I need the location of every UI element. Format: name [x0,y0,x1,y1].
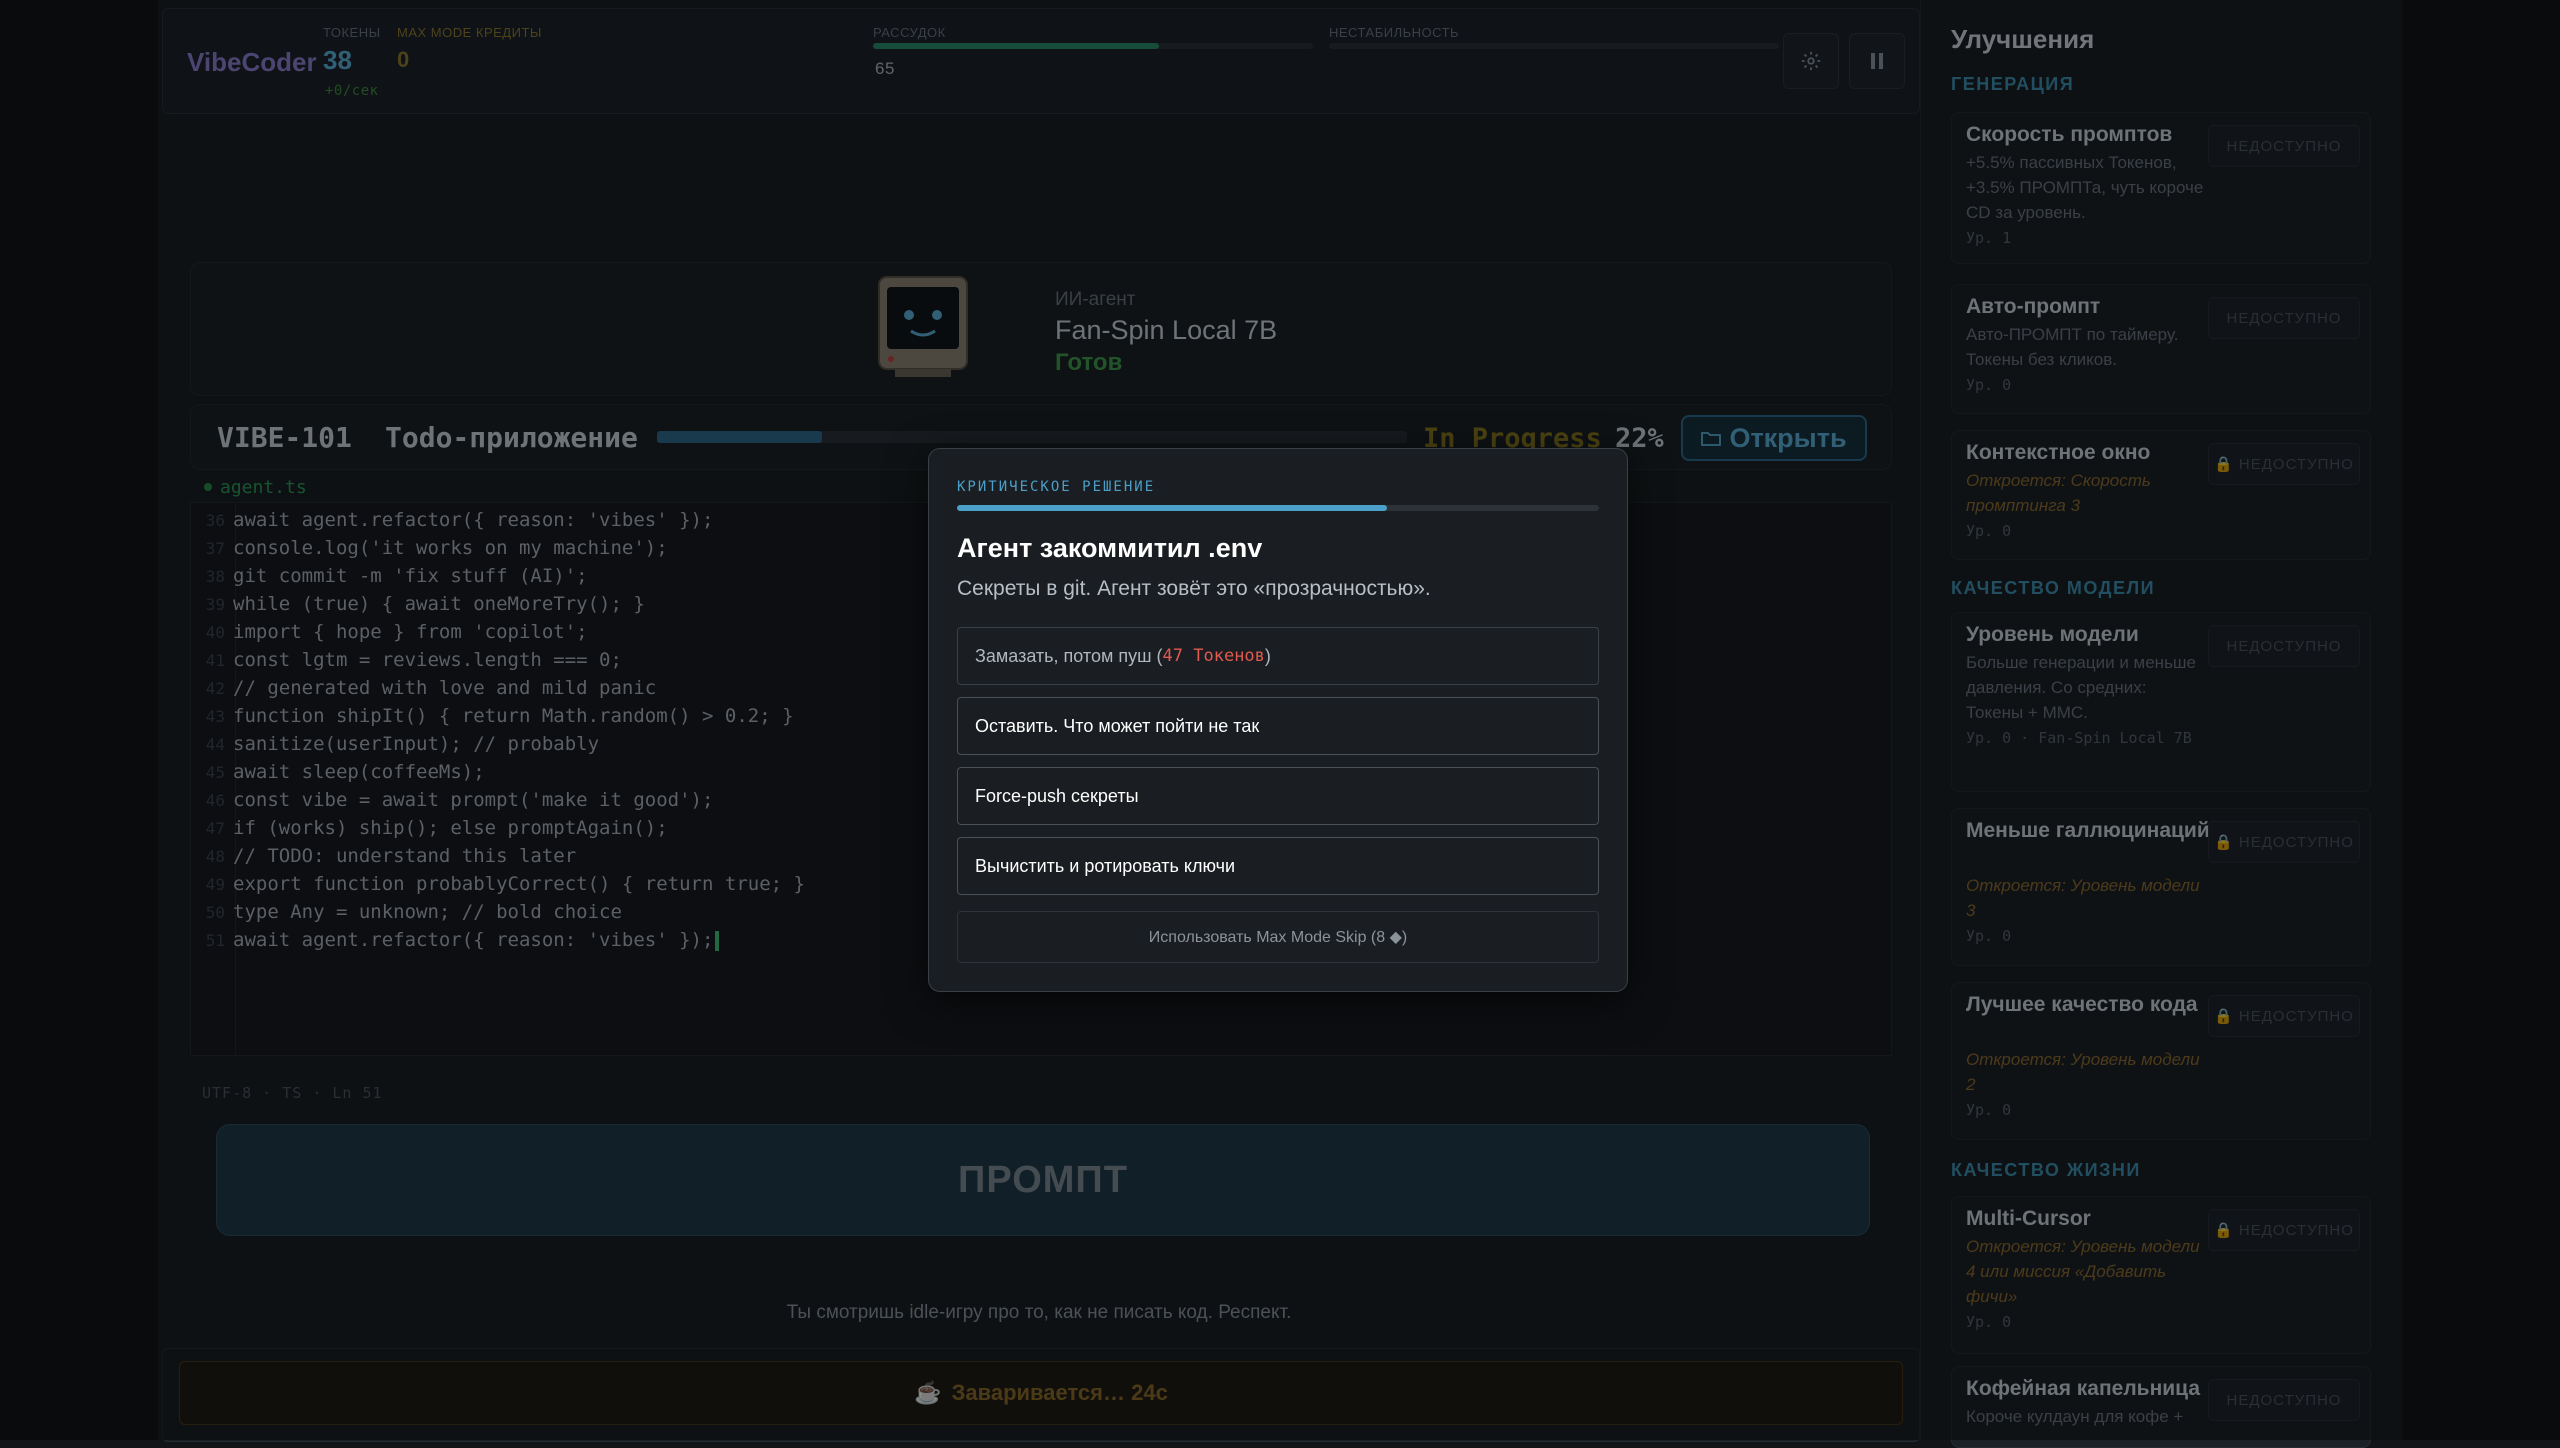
modal-kicker: КРИТИЧЕСКОЕ РЕШЕНИЕ [957,479,1156,495]
option-leave-it[interactable]: Оставить. Что может пойти не так [957,697,1599,755]
option-force-push[interactable]: Force-push секреты [957,767,1599,825]
decision-timer-bar [957,505,1599,511]
modal-title: Агент закоммитил .env [957,533,1263,563]
decision-modal: КРИТИЧЕСКОЕ РЕШЕНИЕ Агент закоммитил .en… [928,448,1628,992]
option1-end: ) [1264,645,1271,666]
option-cover-push[interactable]: Замазать, потом пуш (47 Токенов) [957,627,1599,685]
max-mode-skip-button[interactable]: Использовать Max Mode Skip (8 ◆) [957,911,1599,963]
option1-cost: 47 Токенов [1162,646,1265,666]
modal-subtitle: Секреты в git. Агент зовёт это «прозрачн… [957,577,1431,600]
option-rotate-keys[interactable]: Вычистить и ротировать ключи [957,837,1599,895]
option1-text: Замазать, потом пуш ( [975,645,1163,666]
